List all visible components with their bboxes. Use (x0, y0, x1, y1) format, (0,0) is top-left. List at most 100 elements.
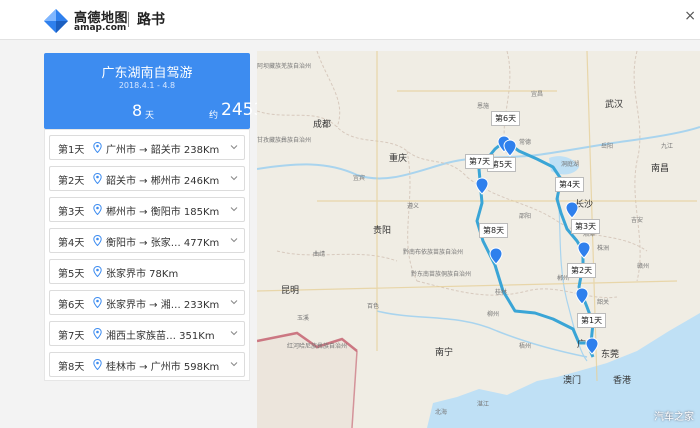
day-marker-7[interactable]: 第7天 (465, 154, 495, 169)
day-item-6[interactable]: 第6天 张家界市 → 湘… 233Km (49, 290, 245, 315)
location-pin-icon (93, 266, 102, 277)
map-place-label: 韶关 (597, 299, 610, 306)
map-city-label: 南宁 (435, 348, 454, 358)
map-place-label: 湛江 (477, 401, 490, 408)
day-route: 广州市 → 韶关市 238Km (106, 145, 220, 156)
map-place-label: 黔南布依族苗族自治州 (403, 249, 464, 256)
header-divider (128, 12, 129, 27)
map-place-label: 恩施 (477, 103, 490, 110)
day-item-8[interactable]: 第8天 桂林市 → 广州市 598Km (49, 352, 245, 377)
day-route: 衡阳市 → 张家… 477Km (106, 238, 220, 249)
trip-days-count: 8 (132, 101, 143, 120)
map-place-label: 宜昌 (531, 91, 544, 98)
amap-logo-icon[interactable] (42, 5, 70, 33)
day-item-5[interactable]: 第5天 张家界市 78Km (49, 259, 245, 284)
map-city-label: 武汉 (605, 100, 624, 110)
logo-text-en: amap.com (74, 23, 127, 33)
day-item-1[interactable]: 第1天 广州市 → 韶关市 238Km (49, 135, 245, 160)
day-label: 第4天 (58, 238, 85, 249)
day-route: 湘西土家族苗… 351Km (106, 331, 215, 342)
day-label: 第8天 (58, 362, 85, 373)
map-place-label: 赣州 (637, 263, 650, 270)
location-pin-icon (93, 359, 102, 370)
map-marker-icon[interactable] (575, 287, 589, 305)
watermark: 汽车之家 (654, 412, 694, 423)
chevron-down-icon[interactable] (230, 205, 238, 213)
map-place-label: 洞庭湖 (561, 161, 580, 168)
map-place-label: 曲靖 (313, 251, 326, 258)
map-place-label: 北海 (435, 409, 448, 416)
day-label: 第1天 (58, 145, 85, 156)
map-marker-icon[interactable] (585, 337, 599, 355)
map-place-label: 阿坝藏族羌族自治州 (257, 63, 312, 70)
day-item-2[interactable]: 第2天 韶关市 → 郴州市 246Km (49, 166, 245, 191)
map-place-label: 岳阳 (601, 143, 614, 150)
chevron-down-icon[interactable] (230, 143, 238, 151)
map-place-label: 九江 (661, 143, 674, 150)
map-place-label: 桂林 (495, 289, 508, 296)
location-pin-icon (93, 142, 102, 153)
trip-summary-card: 广东湖南自驾游 2018.4.1 - 4.8 8 天 约 2453 公里 (44, 53, 275, 134)
trip-distance-prefix: 约 (209, 111, 219, 121)
map-marker-icon[interactable] (475, 177, 489, 195)
day-route: 韶关市 → 郴州市 246Km (106, 176, 220, 187)
day-itinerary-list: 第1天 广州市 → 韶关市 238Km 第2天 韶关市 → 郴州市 246Km … (44, 129, 250, 381)
chevron-down-icon[interactable] (230, 174, 238, 182)
trip-dates: 2018.4.1 - 4.8 (118, 81, 176, 90)
location-pin-icon (93, 235, 102, 246)
map-city-label: 贵阳 (373, 226, 392, 236)
day-item-4[interactable]: 第4天 衡阳市 → 张家… 477Km (49, 228, 245, 253)
chevron-down-icon[interactable] (230, 360, 238, 368)
chevron-down-icon[interactable] (230, 236, 238, 244)
chevron-down-icon[interactable] (230, 298, 238, 306)
map-place-label: 柳州 (487, 311, 500, 318)
day-label: 第6天 (58, 300, 85, 311)
day-label: 第5天 (58, 269, 85, 280)
map-marker-icon[interactable] (565, 201, 579, 219)
map-place-label: 百色 (367, 303, 380, 310)
map-place-label: 甘孜藏族彝族自治州 (257, 137, 312, 144)
map-marker-icon[interactable] (577, 241, 591, 259)
day-marker-8[interactable]: 第8天 (479, 223, 509, 238)
day-marker-4[interactable]: 第4天 (555, 177, 585, 192)
map-city-label: 重庆 (389, 154, 408, 164)
map-marker-icon[interactable] (503, 139, 517, 157)
map-city-label: 香港 (613, 376, 632, 386)
day-route: 郴州市 → 衡阳市 185Km (106, 207, 220, 218)
map-place-label: 遵义 (407, 203, 420, 210)
day-item-7[interactable]: 第7天 湘西土家族苗… 351Km (49, 321, 245, 346)
map-place-label: 邵阳 (519, 213, 532, 220)
map-place-label: 株洲 (597, 245, 610, 252)
map-place-label: 玉溪 (297, 315, 310, 322)
location-pin-icon (93, 328, 102, 339)
day-marker-2[interactable]: 第2天 (567, 263, 597, 278)
day-marker-1[interactable]: 第1天 (577, 313, 607, 328)
location-pin-icon (93, 297, 102, 308)
chevron-down-icon[interactable] (230, 329, 238, 337)
route-map[interactable]: 成都 重庆 贵阳 昆明 南宁 长沙 南昌 武汉 广州 香港 澳门 东莞 阿坝藏族… (257, 51, 700, 428)
day-label: 第2天 (58, 176, 85, 187)
day-route: 张家界市 78Km (106, 269, 179, 280)
map-marker-icon[interactable] (489, 247, 503, 265)
trip-title: 广东湖南自驾游 (101, 66, 193, 81)
map-city-label: 东莞 (601, 350, 620, 360)
day-marker-3[interactable]: 第3天 (571, 219, 601, 234)
map-city-label: 昆明 (281, 286, 300, 296)
day-route: 张家界市 → 湘… 233Km (106, 300, 220, 311)
trip-days-unit: 天 (145, 111, 155, 121)
day-label: 第7天 (58, 331, 85, 342)
location-pin-icon (93, 173, 102, 184)
map-place-label: 吉安 (631, 217, 644, 224)
location-pin-icon (93, 204, 102, 215)
map-city-label: 成都 (313, 120, 332, 130)
close-icon[interactable]: × (684, 8, 696, 24)
page-title: 路书 (137, 12, 165, 28)
map-place-label: 宜宾 (353, 175, 366, 182)
map-place-label: 黔东南苗族侗族自治州 (411, 271, 472, 278)
day-marker-6[interactable]: 第6天 (491, 111, 521, 126)
map-city-label: 南昌 (651, 164, 670, 174)
map-city-label: 澳门 (563, 376, 582, 386)
day-route: 桂林市 → 广州市 598Km (106, 362, 220, 373)
day-item-3[interactable]: 第3天 郴州市 → 衡阳市 185Km (49, 197, 245, 222)
map-place-label: 红河哈尼族彝族自治州 (287, 343, 348, 350)
